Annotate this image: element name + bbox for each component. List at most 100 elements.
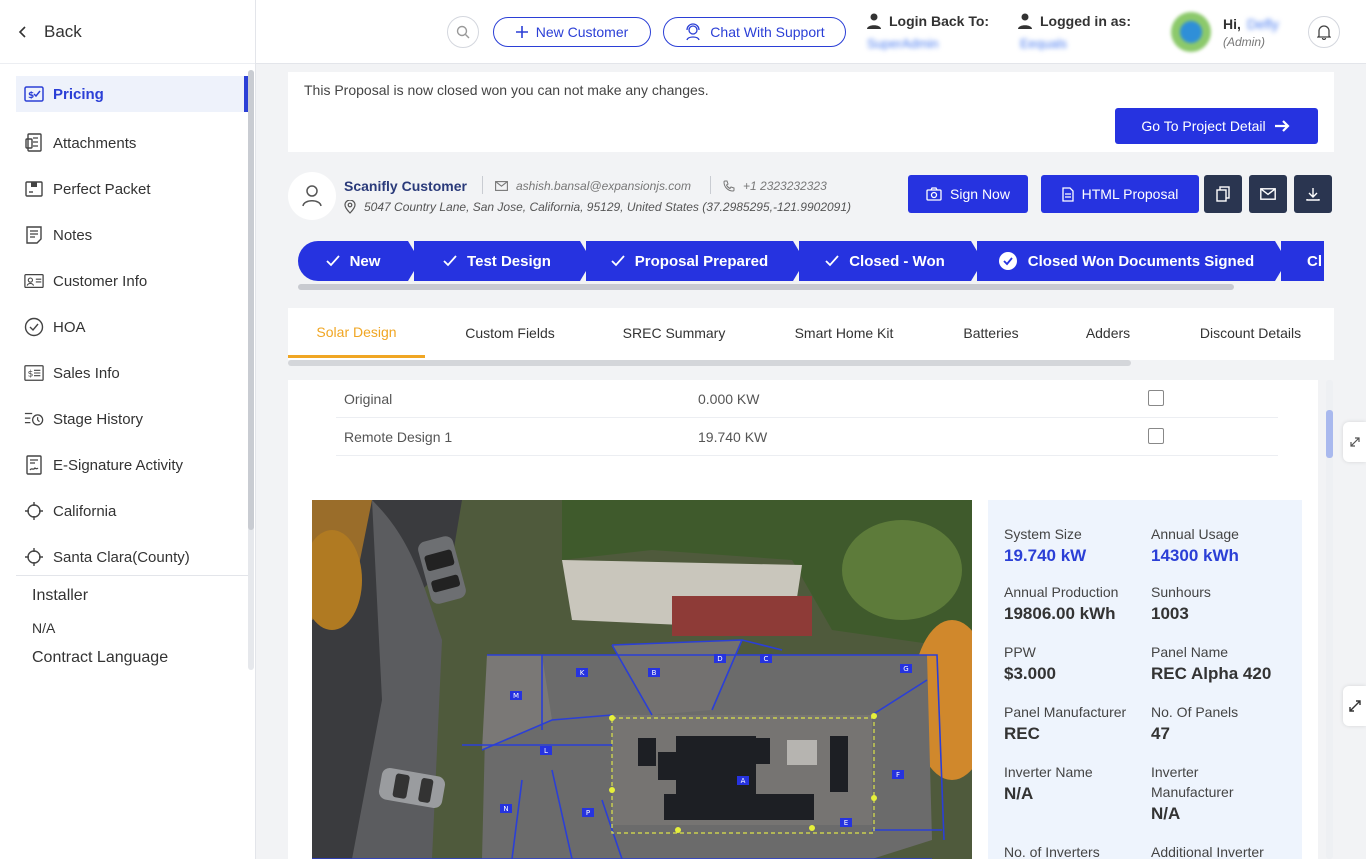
tab-custom-fields[interactable]: Custom Fields (440, 308, 580, 358)
download-button[interactable] (1294, 175, 1332, 213)
roof-label-p: P (586, 809, 590, 817)
back-button[interactable]: Back (0, 0, 255, 64)
sidebar-item-sales-info[interactable]: $ Sales Info (0, 350, 255, 396)
html-proposal-label: HTML Proposal (1081, 186, 1179, 202)
content-scrollbar[interactable] (1326, 380, 1333, 859)
design-checkbox[interactable] (1148, 390, 1164, 406)
stage-stepper: New Test Design Proposal Prepared Closed… (298, 241, 1324, 281)
stage-next[interactable]: Cl (1281, 241, 1324, 281)
tab-solar-design[interactable]: Solar Design (288, 308, 425, 358)
design-size: 0.000 KW (698, 391, 760, 407)
go-to-project-label: Go To Project Detail (1141, 118, 1266, 134)
design-row[interactable]: Original 0.000 KW (336, 380, 1278, 418)
separator (482, 176, 483, 194)
customer-avatar (288, 172, 336, 220)
map-pin-icon (344, 200, 356, 214)
stat-additional-inverter: Additional Inverter (1151, 844, 1264, 859)
design-row[interactable]: Remote Design 1 19.740 KW (336, 418, 1278, 456)
sidebar-item-hoa[interactable]: HOA (0, 304, 255, 350)
user-role: (Admin) (1223, 35, 1266, 49)
sidebar-item-e-signature[interactable]: E-Signature Activity (0, 442, 255, 488)
notice-text: This Proposal is now closed won you can … (304, 82, 709, 98)
check-icon (443, 255, 457, 267)
sidebar-item-label: HOA (53, 318, 86, 336)
stat-no-of-inverters: No. of Inverters (1004, 844, 1100, 859)
roof-label-c: C (764, 655, 769, 663)
search-button[interactable] (447, 16, 479, 48)
go-to-project-detail-button[interactable]: Go To Project Detail (1115, 108, 1318, 144)
tabs-scrollbar[interactable] (288, 360, 1131, 366)
roof-label-f: F (896, 771, 900, 779)
sidebar-item-label: Customer Info (53, 272, 148, 290)
design-name: Remote Design 1 (344, 429, 453, 445)
stage-closed-won[interactable]: Closed - Won (799, 241, 971, 281)
location-icon (24, 501, 44, 521)
check-icon (325, 255, 340, 267)
stat-system-size: System Size 19.740 kW (1004, 526, 1087, 565)
stepper-scrollbar[interactable] (298, 284, 1234, 290)
expand-panel-tab[interactable] (1343, 422, 1366, 462)
tab-batteries[interactable]: Batteries (941, 308, 1041, 358)
tab-srec-summary[interactable]: SREC Summary (604, 308, 744, 358)
sidebar-item-label: Santa Clara(County) (53, 548, 190, 566)
stat-sunhours: Sunhours 1003 (1151, 584, 1211, 623)
user-icon (867, 13, 881, 29)
sidebar-item-pricing[interactable]: $ Pricing (16, 76, 248, 112)
sidebar-item-attachments[interactable]: Attachments (0, 120, 255, 166)
sidebar-item-california[interactable]: California (0, 488, 255, 534)
tab-smart-home-kit[interactable]: Smart Home Kit (774, 308, 914, 358)
check-icon (825, 255, 839, 267)
top-header: New Customer Chat With Support Login Bac… (256, 0, 1366, 64)
signature-icon (926, 187, 942, 201)
tab-adders[interactable]: Adders (1068, 308, 1148, 358)
collapse-panel-tab[interactable] (1343, 686, 1366, 726)
customer-address: 5047 Country Lane, San Jose, California,… (344, 200, 851, 214)
user-avatar[interactable] (1171, 12, 1211, 52)
support-agent-icon (686, 23, 700, 41)
sidebar-scrollbar[interactable] (248, 70, 254, 670)
stage-test-design[interactable]: Test Design (414, 241, 580, 281)
sidebar-item-perfect-packet[interactable]: Perfect Packet (0, 166, 255, 212)
separator (710, 176, 711, 194)
copy-button[interactable] (1204, 175, 1242, 213)
search-icon (456, 25, 470, 39)
user-icon (1018, 13, 1032, 29)
sidebar-item-customer-info[interactable]: Customer Info (0, 258, 255, 304)
expand-icon (1348, 700, 1361, 712)
sign-now-button[interactable]: Sign Now (908, 175, 1028, 213)
sidebar-item-label: Perfect Packet (53, 180, 151, 198)
notifications-button[interactable] (1308, 16, 1340, 48)
chat-support-button[interactable]: Chat With Support (663, 17, 846, 47)
login-back-value[interactable]: SuperAdmin (867, 36, 939, 51)
stage-closed-won-documents-signed[interactable]: Closed Won Documents Signed (977, 241, 1275, 281)
chevron-left-icon (18, 25, 26, 38)
design-size: 19.740 KW (698, 429, 768, 445)
pricing-icon: $ (24, 84, 44, 104)
installer-label: Installer (32, 587, 89, 604)
email-button[interactable] (1249, 175, 1287, 213)
aerial-roof-image[interactable]: K B D C G M L A F N P E (312, 500, 972, 859)
design-checkbox[interactable] (1148, 428, 1164, 444)
stat-annual-usage: Annual Usage 14300 kWh (1151, 526, 1239, 565)
new-customer-button[interactable]: New Customer (493, 17, 651, 47)
stage-new[interactable]: New (298, 241, 408, 281)
user-name: Defly (1246, 16, 1279, 32)
new-customer-label: New Customer (535, 24, 629, 40)
stage-proposal-prepared[interactable]: Proposal Prepared (586, 241, 793, 281)
html-proposal-button[interactable]: HTML Proposal (1041, 175, 1199, 213)
tab-discount-details[interactable]: Discount Details (1183, 308, 1318, 358)
arrow-right-icon (1274, 120, 1290, 132)
sidebar-item-santa-clara[interactable]: Santa Clara(County) (0, 534, 255, 580)
stat-panel-manufacturer: Panel Manufacturer REC (1004, 704, 1127, 743)
back-label: Back (44, 21, 82, 41)
roof-label-m: M (513, 692, 519, 700)
download-icon (1306, 188, 1320, 201)
phone-icon (723, 180, 735, 192)
copy-icon (1216, 186, 1230, 202)
esignature-icon (24, 455, 44, 475)
plus-icon (515, 26, 528, 38)
sidebar-item-stage-history[interactable]: Stage History (0, 396, 255, 442)
roof-label-d: D (717, 655, 722, 663)
location-icon (24, 547, 44, 567)
sidebar-item-notes[interactable]: Notes (0, 212, 255, 258)
